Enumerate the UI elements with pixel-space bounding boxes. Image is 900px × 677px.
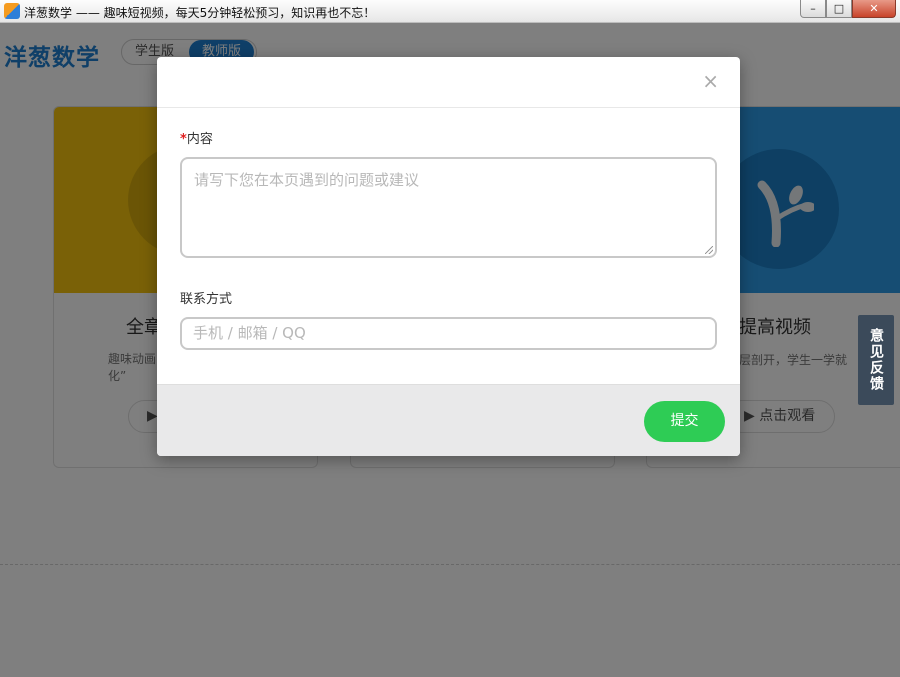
dialog-header: × [157,57,740,108]
app-icon [4,3,20,19]
content-label: *内容 [180,128,213,147]
resize-handle[interactable] [705,246,713,254]
close-window-button[interactable]: ✕ [852,0,896,18]
content-label-text: 内容 [186,132,213,147]
dialog-footer: 提交 [157,384,740,456]
submit-button[interactable]: 提交 [644,401,725,442]
contact-label: 联系方式 [180,292,233,307]
window-title: 洋葱数学 —— 趣味短视频，每天5分钟轻松预习，知识再也不忘！ [24,6,376,20]
content-textarea[interactable]: 请写下您在本页遇到的问题或建议 [180,157,717,258]
feedback-dialog: × *内容 请写下您在本页遇到的问题或建议 联系方式 手机 / 邮箱 / QQ … [157,57,740,456]
minimize-button[interactable]: – [800,0,826,18]
content-placeholder: 请写下您在本页遇到的问题或建议 [194,171,420,189]
contact-placeholder: 手机 / 邮箱 / QQ [193,324,306,342]
close-icon[interactable]: × [702,71,719,91]
window-controls: – □ ✕ [800,0,896,18]
required-mark: * [180,132,187,147]
feedback-tab[interactable]: 意见反馈 [858,315,894,405]
window-titlebar: 洋葱数学 —— 趣味短视频，每天5分钟轻松预习，知识再也不忘！ – □ ✕ [0,0,900,23]
contact-input[interactable]: 手机 / 邮箱 / QQ [180,317,717,350]
maximize-button[interactable]: □ [826,0,852,18]
